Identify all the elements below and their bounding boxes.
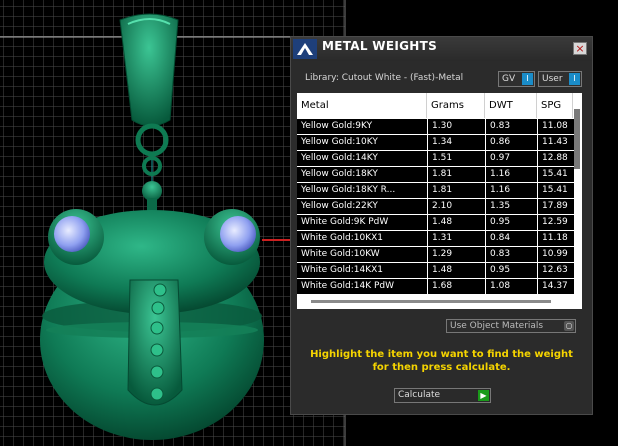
column-header-grams[interactable]: Grams [427,93,485,118]
spg-cell: 17.89 [538,199,578,214]
spg-cell: 11.08 [538,119,578,134]
spg-cell: 11.18 [538,231,578,246]
table-row[interactable]: White Gold:14KX1 1.48 0.95 12.63 [297,263,578,279]
column-header-dwt[interactable]: DWT [485,93,537,118]
metal-cell: White Gold:14K PdW [297,279,427,294]
metal-cell: Yellow Gold:18KY R... [297,183,427,198]
dwt-cell: 0.84 [486,231,537,246]
library-label: Library: Cutout White - (Fast)-Metal [305,73,464,83]
spg-cell: 15.41 [538,167,578,182]
dwt-cell: 0.95 [486,263,537,278]
spg-cell: 12.63 [538,263,578,278]
dwt-cell: 0.86 [486,135,537,150]
grams-cell: 1.34 [428,135,485,150]
grams-cell: 1.81 [428,167,485,182]
grams-cell: 1.48 [428,215,485,230]
metal-cell: White Gold:14KX1 [297,263,427,278]
metal-cell: Yellow Gold:18KY [297,167,427,182]
metal-cell: Yellow Gold:9KY [297,119,427,134]
table-row[interactable]: Yellow Gold:22KY 2.10 1.35 17.89 [297,199,578,215]
spg-cell: 11.43 [538,135,578,150]
column-header-metal[interactable]: Metal [297,93,427,118]
dwt-cell: 0.97 [486,151,537,166]
grams-cell: 1.81 [428,183,485,198]
horizontal-scrollbar[interactable] [301,299,571,304]
metal-weights-dialog: METAL WEIGHTS × Library: Cutout White - … [290,36,593,415]
spg-cell: 15.41 [538,183,578,198]
column-header-spg[interactable]: SPG [537,93,573,118]
toggle-indicator-icon: ○ [564,321,574,331]
dialog-titlebar[interactable]: METAL WEIGHTS × [291,37,592,61]
spg-cell: 10.99 [538,247,578,262]
user-toggle[interactable]: User I [538,71,582,87]
dwt-cell: 0.95 [486,215,537,230]
use-object-materials-label: Use Object Materials [450,321,544,331]
dwt-cell: 0.83 [486,119,537,134]
table-row[interactable]: White Gold:10KX1 1.31 0.84 11.18 [297,231,578,247]
dwt-cell: 1.08 [486,279,537,294]
grams-cell: 1.51 [428,151,485,166]
spg-cell: 12.59 [538,215,578,230]
horizontal-scroll-thumb[interactable] [311,300,551,303]
grams-cell: 2.10 [428,199,485,214]
instructions-text: Highlight the item you want to find the … [310,349,573,373]
spg-cell: 12.88 [538,151,578,166]
dwt-cell: 1.16 [486,167,537,182]
vertical-scroll-thumb[interactable] [574,109,580,169]
use-object-materials-toggle[interactable]: Use Object Materials ○ [446,319,576,333]
gv-toggle-label: GV [502,74,516,84]
grams-cell: 1.30 [428,119,485,134]
calculate-button[interactable]: Calculate ▶ [394,388,491,403]
calculate-label: Calculate [398,390,441,400]
grams-cell: 1.48 [428,263,485,278]
dialog-title: METAL WEIGHTS [322,39,438,53]
user-toggle-indicator-icon: I [569,73,580,85]
metal-cell: Yellow Gold:10KY [297,135,427,150]
table-row[interactable]: Yellow Gold:9KY 1.30 0.83 11.08 [297,119,578,135]
table-row[interactable]: Yellow Gold:18KY R... 1.81 1.16 15.41 [297,183,578,199]
metal-weights-table: Metal Grams DWT SPG Yellow Gold:9KY 1.30 0… [297,93,582,309]
dwt-cell: 0.83 [486,247,537,262]
table-row[interactable]: White Gold:9K PdW 1.48 0.95 12.59 [297,215,578,231]
metal-cell: Yellow Gold:22KY [297,199,427,214]
vertical-scrollbar[interactable] [574,95,580,295]
close-button[interactable]: × [573,42,587,55]
table-row[interactable]: Yellow Gold:14KY 1.51 0.97 12.88 [297,151,578,167]
gv-toggle-indicator-icon: I [522,73,533,85]
gv-toggle[interactable]: GV I [498,71,535,87]
table-row[interactable]: White Gold:10KW 1.29 0.83 10.99 [297,247,578,263]
spg-cell: 14.37 [538,279,578,294]
metal-cell: Yellow Gold:14KY [297,151,427,166]
table-row[interactable]: White Gold:14K PdW 1.68 1.08 14.37 [297,279,578,295]
table-row[interactable]: Yellow Gold:18KY 1.81 1.16 15.41 [297,167,578,183]
metal-cell: White Gold:10KW [297,247,427,262]
play-arrow-icon: ▶ [478,390,489,401]
metal-cell: White Gold:10KX1 [297,231,427,246]
metal-cell: White Gold:9K PdW [297,215,427,230]
app-logo-icon [293,39,317,59]
grams-cell: 1.29 [428,247,485,262]
table-row[interactable]: Yellow Gold:10KY 1.34 0.86 11.43 [297,135,578,151]
grams-cell: 1.68 [428,279,485,294]
dwt-cell: 1.35 [486,199,537,214]
grams-cell: 1.31 [428,231,485,246]
dwt-cell: 1.16 [486,183,537,198]
user-toggle-label: User [542,74,563,84]
